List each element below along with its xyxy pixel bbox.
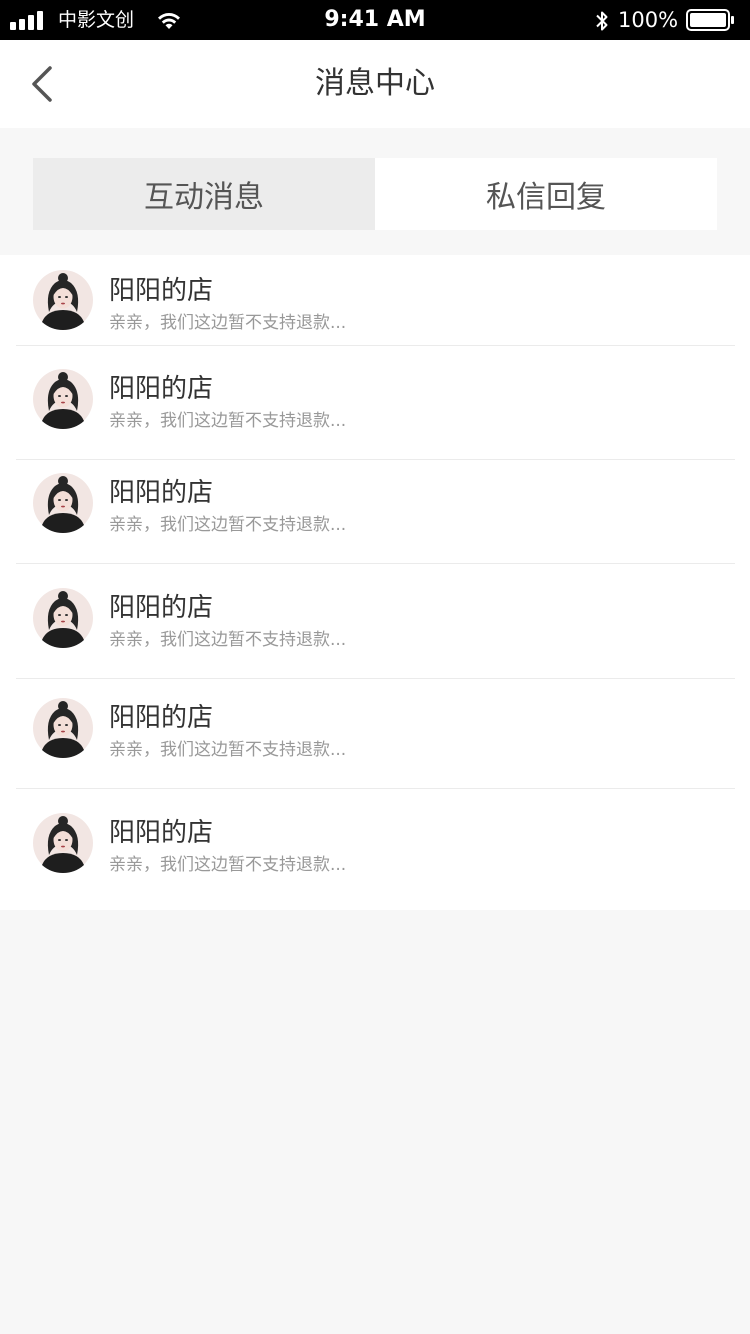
message-item[interactable]: 阳阳的店 亲亲，我们这边暂不支持退款... xyxy=(16,789,735,910)
sender-name: 阳阳的店 xyxy=(109,374,214,404)
page-title: 消息中心 xyxy=(315,66,435,101)
message-preview: 亲亲，我们这边暂不支持退款... xyxy=(109,855,347,875)
sender-name: 阳阳的店 xyxy=(109,703,214,733)
message-preview: 亲亲，我们这边暂不支持退款... xyxy=(109,313,347,333)
message-item[interactable]: 阳阳的店 亲亲，我们这边暂不支持退款... xyxy=(16,346,735,460)
message-list: 阳阳的店 亲亲，我们这边暂不支持退款... 阳阳的店 亲亲，我们这边暂不支持退款… xyxy=(0,255,750,910)
sender-name: 阳阳的店 xyxy=(109,276,214,306)
sender-name: 阳阳的店 xyxy=(109,478,214,508)
avatar xyxy=(33,698,93,758)
sender-name: 阳阳的店 xyxy=(109,593,214,623)
message-item[interactable]: 阳阳的店 亲亲，我们这边暂不支持退款... xyxy=(16,564,735,679)
tab-interactive-messages[interactable]: 互动消息 xyxy=(33,158,375,230)
message-preview: 亲亲，我们这边暂不支持退款... xyxy=(109,411,347,431)
battery-percentage: 100% xyxy=(618,8,679,32)
avatar xyxy=(33,369,93,429)
bluetooth-icon xyxy=(596,11,608,31)
message-tabs: 互动消息 私信回复 xyxy=(33,158,717,230)
message-preview: 亲亲，我们这边暂不支持退款... xyxy=(109,740,347,760)
status-bar: 中影文创 9:41 AM 100% xyxy=(0,0,750,40)
message-item[interactable]: 阳阳的店 亲亲，我们这边暂不支持退款... xyxy=(16,679,735,789)
message-item[interactable]: 阳阳的店 亲亲，我们这边暂不支持退款... xyxy=(16,460,735,564)
battery-icon xyxy=(686,9,734,31)
avatar xyxy=(33,588,93,648)
message-item[interactable]: 阳阳的店 亲亲，我们这边暂不支持退款... xyxy=(16,255,735,346)
tab-private-replies[interactable]: 私信回复 xyxy=(375,158,717,230)
message-preview: 亲亲，我们这边暂不支持退款... xyxy=(109,515,347,535)
sender-name: 阳阳的店 xyxy=(109,818,214,848)
message-preview: 亲亲，我们这边暂不支持退款... xyxy=(109,630,347,650)
avatar xyxy=(33,813,93,873)
avatar xyxy=(33,473,93,533)
navigation-bar: 消息中心 xyxy=(0,40,750,128)
avatar xyxy=(33,270,93,330)
